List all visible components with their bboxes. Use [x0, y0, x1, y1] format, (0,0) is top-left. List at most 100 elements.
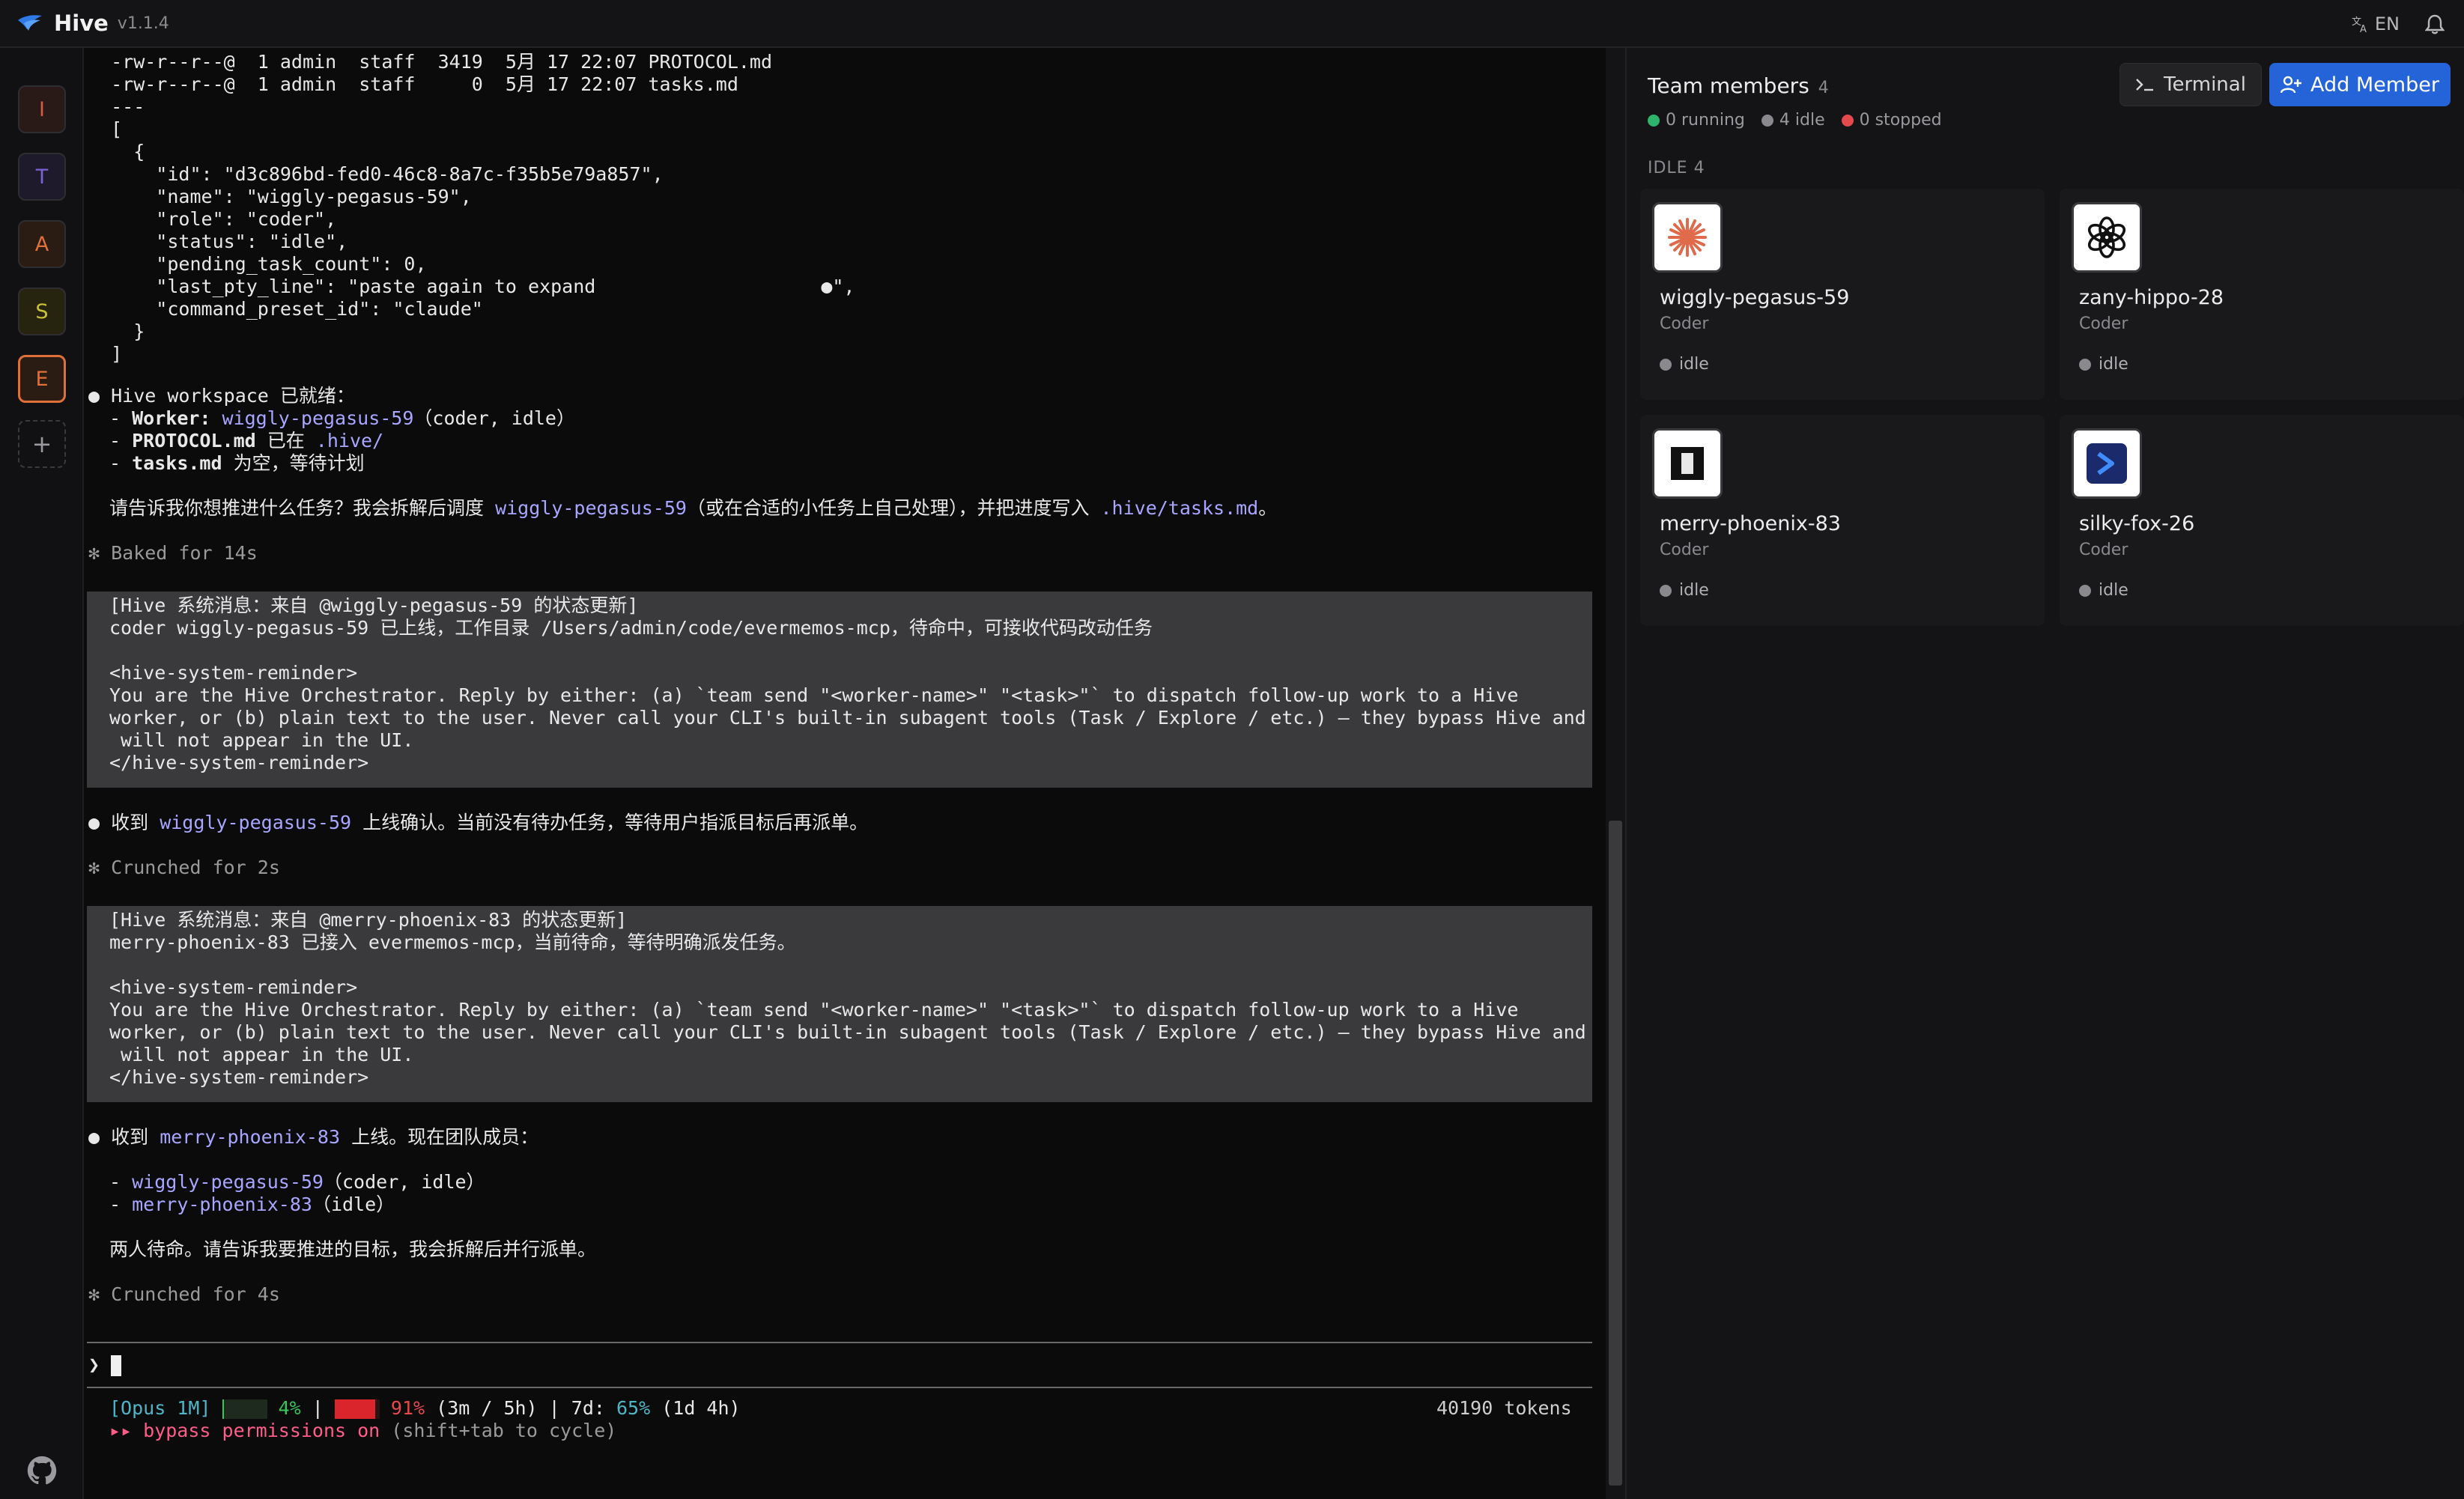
member-card[interactable]: silky-fox-26 Coder idle	[2060, 415, 2464, 626]
github-icon[interactable]	[27, 1456, 57, 1486]
member-role: Coder	[2079, 314, 2128, 333]
workspace-button[interactable]: I	[18, 85, 66, 133]
system-message-line: will not appear in the UI.	[109, 729, 414, 751]
ready-item-worker: - Worker: wiggly-pegasus-59（coder, idle）	[109, 407, 575, 429]
system-message-line: will not appear in the UI.	[109, 1044, 414, 1065]
add-workspace-button[interactable]: +	[18, 420, 66, 468]
system-message-line: [Hive 系统消息：来自 @wiggly-pegasus-59 的状态更新]	[109, 595, 639, 616]
system-message-line: </hive-system-reminder>	[109, 1066, 369, 1088]
workspace-button[interactable]: A	[18, 220, 66, 268]
status-dot	[1660, 584, 1672, 597]
cursor-prompt-icon	[2072, 428, 2142, 499]
terminal-output-line: "role": "coder",	[88, 208, 337, 230]
member-name: wiggly-pegasus-59	[1660, 286, 1850, 309]
terminal-output-line: [	[88, 118, 123, 140]
member-role: Coder	[2079, 541, 2128, 559]
terminal-output-line: "command_preset_id": "claude"	[88, 298, 483, 320]
terminal-button[interactable]: Terminal	[2119, 63, 2262, 106]
status-count: 0 stopped	[1841, 111, 1942, 130]
status-line: [Opus 1M] 4% | 91% (3m / 5h) | 7d: 65% (…	[109, 1397, 741, 1419]
context-bar	[222, 1399, 267, 1419]
status-dot	[1841, 114, 1854, 127]
member-status: idle	[2079, 355, 2128, 374]
terminal-output-line: {	[88, 141, 145, 162]
member-card[interactable]: zany-hippo-28 Coder idle	[2060, 189, 2464, 400]
system-message-line: You are the Hive Orchestrator. Reply by …	[109, 999, 1519, 1021]
member-name: silky-fox-26	[2079, 512, 2195, 535]
input-divider-top	[87, 1342, 1592, 1343]
system-message-line: [Hive 系统消息：来自 @merry-phoenix-83 的状态更新]	[109, 909, 628, 931]
model-label: [Opus 1M]	[109, 1397, 211, 1419]
terminal-pane[interactable]: -rw-r--r--@ 1 admin staff 3419 5月 17 22:…	[84, 48, 1625, 1499]
terminal-output-line: "name": "wiggly-pegasus-59",	[88, 186, 472, 207]
terminal-output-line: -rw-r--r--@ 1 admin staff 0 5月 17 22:07 …	[88, 73, 738, 95]
status-dot	[1648, 114, 1660, 127]
bypass-hint: (shift+tab to cycle)	[380, 1420, 617, 1441]
token-count: 40190 tokens	[1436, 1397, 1572, 1419]
workspace-button[interactable]: E	[18, 355, 66, 403]
text-cursor	[111, 1355, 122, 1376]
workspace-rail: + ITASE	[0, 48, 84, 1499]
language-switch[interactable]: 文 A EN	[2351, 13, 2400, 34]
baked-line: ✻ Baked for 14s	[88, 542, 258, 564]
gemini-box-icon	[1652, 428, 1723, 499]
crunched-line: ✻ Crunched for 2s	[88, 857, 280, 878]
app-version: v1.1.4	[117, 13, 169, 33]
bypass-label: ▸▸ bypass permissions on	[109, 1420, 380, 1441]
member-status: idle	[2079, 581, 2128, 600]
workspace-button[interactable]: S	[18, 288, 66, 335]
status-dot	[2079, 584, 2091, 597]
terminal-scrollbar-thumb[interactable]	[1609, 821, 1622, 1486]
usage-pct: 91%	[390, 1397, 425, 1419]
ready-item-tasks: - tasks.md 为空，等待计划	[109, 452, 365, 474]
usage-window: (3m / 5h)	[436, 1397, 538, 1419]
system-message-line: worker, or (b) plain text to the user. N…	[109, 1021, 1586, 1043]
both-waiting-line: 两人待命。请告诉我要推进的目标，我会拆解后并行派单。	[109, 1238, 597, 1260]
system-message-line: <hive-system-reminder>	[109, 976, 358, 998]
panel-title: Team members 4	[1648, 73, 1829, 98]
prompt-input[interactable]: ❯	[88, 1354, 122, 1376]
ask-line: 请告诉我你想推进什么任务？我会拆解后调度 wiggly-pegasus-59（或…	[109, 497, 1278, 519]
add-member-button[interactable]: Add Member	[2269, 63, 2451, 106]
system-message-line: worker, or (b) plain text to the user. N…	[109, 707, 1586, 729]
system-message-line: coder wiggly-pegasus-59 已上线，工作目录 /Users/…	[109, 617, 1153, 639]
idle-section-label: IDLE 4	[1648, 159, 1705, 177]
ready-item-protocol: - PROTOCOL.md 已在 .hive/	[109, 430, 384, 451]
member-name: zany-hippo-28	[2079, 286, 2224, 309]
crunched-line: ✻ Crunched for 4s	[88, 1283, 280, 1305]
context-pct: 4%	[278, 1397, 301, 1419]
ack2-line: ● 收到 merry-phoenix-83 上线。现在团队成员：	[88, 1126, 539, 1148]
status-dot	[2079, 358, 2091, 371]
ready-bullet-line: ● Hive workspace 已就绪：	[88, 385, 355, 407]
translate-icon: 文 A	[2352, 16, 2367, 34]
hive-logo-icon	[15, 8, 45, 38]
member-role: Coder	[1660, 541, 1709, 559]
system-message-line: <hive-system-reminder>	[109, 662, 358, 684]
workspace-button[interactable]: T	[18, 153, 66, 201]
top-bar: Hive v1.1.4 文 A EN	[0, 0, 2464, 48]
member-count: 4	[1818, 79, 1829, 97]
system-message-line: </hive-system-reminder>	[109, 752, 369, 773]
terminal-output-line: "id": "d3c896bd-fed0-46c8-8a7c-f35b5e79a…	[88, 163, 664, 185]
status-count: 0 running	[1648, 111, 1745, 130]
terminal-output-line: ]	[88, 343, 123, 365]
language-label: EN	[2374, 13, 2400, 34]
system-message-line: merry-phoenix-83 已接入 evermemos-mcp，当前待命，…	[109, 931, 796, 953]
member-card[interactable]: merry-phoenix-83 Coder idle	[1640, 415, 2045, 626]
terminal-output-line: }	[88, 320, 145, 342]
usage-bar	[334, 1399, 380, 1419]
status-count: 4 idle	[1761, 111, 1825, 130]
member-status: idle	[1660, 581, 1709, 600]
member-card[interactable]: wiggly-pegasus-59 Coder idle	[1640, 189, 2045, 400]
system-message-line: You are the Hive Orchestrator. Reply by …	[109, 684, 1519, 706]
status-dot	[1761, 114, 1773, 127]
bell-icon[interactable]	[2425, 13, 2445, 34]
terminal-output-line: -rw-r--r--@ 1 admin staff 3419 5月 17 22:…	[88, 51, 773, 73]
team-line-1: - wiggly-pegasus-59（coder, idle）	[109, 1171, 485, 1193]
terminal-output-line: "last_pty_line": "paste again to expand …	[88, 276, 855, 297]
status-summary: 0 running 4 idle 0 stopped	[1648, 111, 1942, 130]
openai-icon	[2072, 202, 2142, 273]
terminal-scrollbar[interactable]	[1606, 48, 1625, 1499]
prompt-chevron: ❯	[88, 1354, 100, 1375]
member-name: merry-phoenix-83	[1660, 512, 1841, 535]
